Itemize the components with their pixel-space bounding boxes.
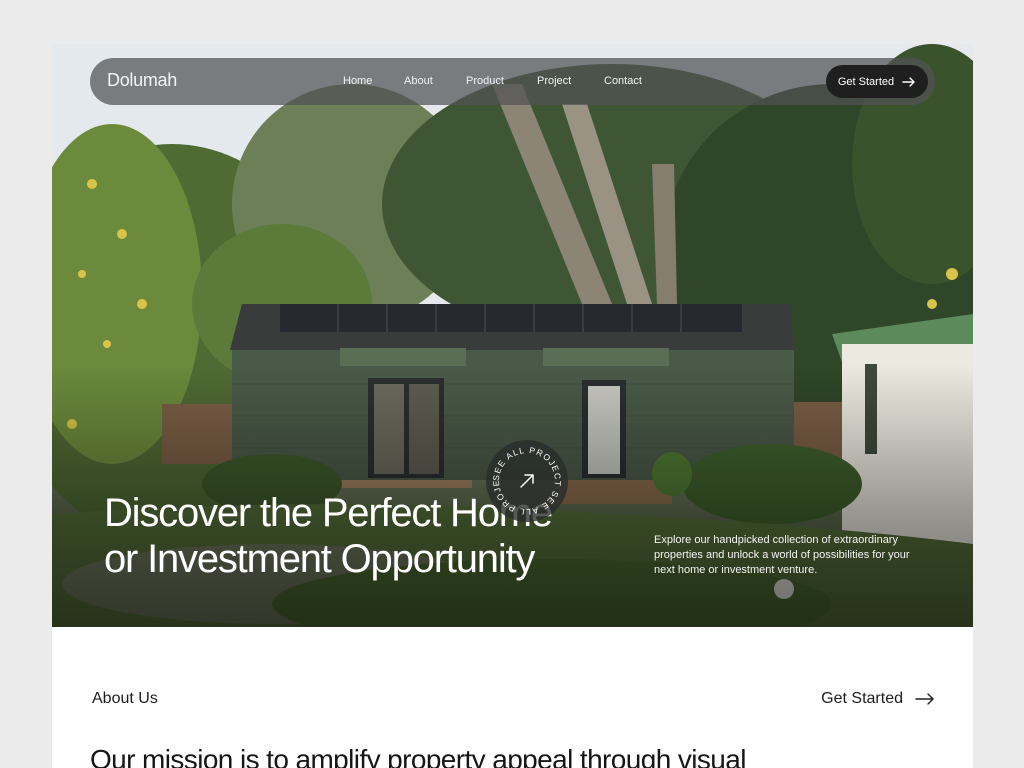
nav-link-contact[interactable]: Contact: [604, 75, 642, 87]
arrow-up-right-icon: [520, 474, 534, 488]
hero-title-line-1: Discover the Perfect Home: [104, 491, 553, 535]
top-navbar: Dolumah Home About Product Project Conta…: [90, 58, 935, 105]
get-started-label: Get Started: [837, 75, 895, 88]
get-started-button[interactable]: Get Started: [826, 65, 928, 98]
nav-link-about[interactable]: About: [404, 75, 433, 87]
see-all-project-badge[interactable]: SEE ALL PROJECT SEE ALL PROJECT: [486, 440, 568, 522]
page-frame: Dolumah Home About Product Project Conta…: [52, 44, 973, 768]
hero-description: Explore our handpicked collection of ext…: [654, 534, 910, 576]
nav-link-home[interactable]: Home: [343, 75, 372, 87]
hero-title: Discover the Perfect Home or Investment …: [104, 490, 664, 582]
badge-ring: SEE ALL PROJECT SEE ALL PROJECT: [486, 440, 563, 517]
arrow-right-icon: [915, 693, 934, 705]
nav-link-project[interactable]: Project: [537, 75, 571, 87]
mission-statement: Our mission is to amplify property appea…: [90, 744, 746, 768]
about-get-started-label: Get Started: [821, 690, 903, 707]
nav-link-product[interactable]: Product: [466, 75, 504, 87]
svg-text:SEE ALL PROJECT SEE ALL PROJEC: SEE ALL PROJECT SEE ALL PROJECT: [486, 440, 563, 517]
about-get-started-link[interactable]: Get Started: [821, 690, 935, 708]
arrow-right-icon: [902, 76, 915, 87]
hero-title-line-2: or Investment Opportunity: [104, 537, 535, 581]
about-us-label: About Us: [92, 690, 158, 707]
logo[interactable]: Dolumah: [107, 70, 177, 91]
badge-text: SEE ALL PROJECT SEE ALL PROJECT: [486, 440, 562, 517]
hero-section: Dolumah Home About Product Project Conta…: [52, 44, 973, 627]
